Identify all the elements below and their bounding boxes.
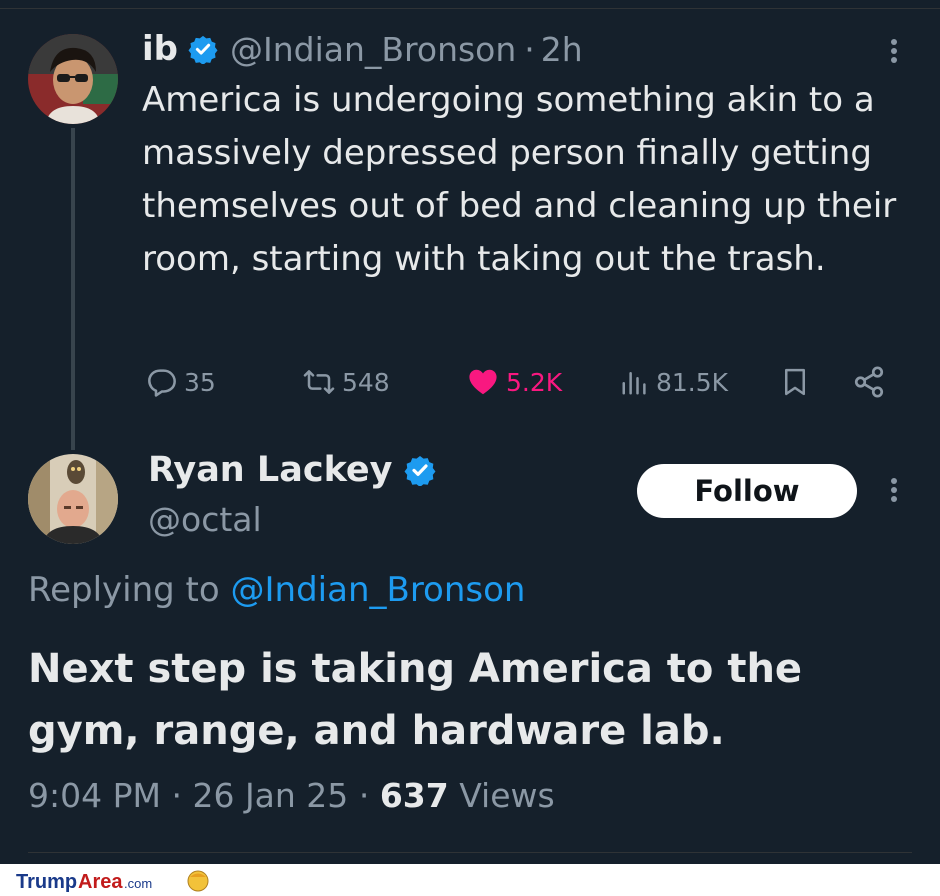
verified-badge-icon bbox=[188, 34, 218, 64]
reply-author: Ryan Lackey bbox=[148, 450, 436, 490]
svg-text:Area: Area bbox=[78, 871, 123, 893]
views-icon bbox=[622, 372, 646, 395]
reply-date[interactable]: 26 Jan 25 bbox=[192, 776, 348, 815]
verified-badge-icon bbox=[404, 454, 436, 486]
more-options-icon[interactable] bbox=[889, 475, 899, 505]
like-count: 5.2K bbox=[506, 367, 563, 397]
retweet-icon bbox=[303, 370, 335, 394]
separator-dot: · bbox=[358, 776, 370, 815]
reply-handle[interactable]: @octal bbox=[148, 500, 262, 539]
display-name[interactable]: ib bbox=[142, 29, 178, 69]
reply-button[interactable]: 35 bbox=[146, 360, 216, 404]
reply-meta: 9:04 PM · 26 Jan 25 · 637 Views bbox=[28, 776, 555, 815]
replying-to: Replying to @Indian_Bronson bbox=[28, 570, 525, 610]
share-icon bbox=[854, 366, 884, 398]
reply-time[interactable]: 9:04 PM bbox=[28, 776, 161, 815]
separator-dot: · bbox=[171, 776, 182, 815]
tweet-text: America is undergoing something akin to … bbox=[142, 80, 897, 279]
retweet-count: 548 bbox=[342, 367, 390, 397]
retweet-button[interactable]: 548 bbox=[302, 360, 390, 404]
bookmark-button[interactable] bbox=[780, 360, 810, 404]
view-count: 81.5K bbox=[656, 367, 729, 397]
tweet-actions: 35 548 5.2K 81.5K bbox=[0, 360, 940, 404]
separator-dot: · bbox=[524, 29, 535, 69]
trumparea-logo: Trump Area .com bbox=[16, 870, 209, 893]
reply-count: 35 bbox=[184, 367, 216, 397]
avatar-ryan-lackey[interactable] bbox=[28, 454, 118, 544]
like-button[interactable]: 5.2K bbox=[466, 360, 562, 404]
bookmark-icon bbox=[785, 368, 805, 396]
reply-display-name[interactable]: Ryan Lackey bbox=[148, 450, 392, 490]
replying-mention-link[interactable]: @Indian_Bronson bbox=[231, 570, 526, 610]
svg-text:Trump: Trump bbox=[16, 871, 77, 893]
replying-prefix: Replying to bbox=[28, 570, 220, 610]
more-options-icon[interactable] bbox=[889, 36, 899, 66]
watermark-bar: Trump Area .com bbox=[0, 864, 940, 896]
reply-views-count: 637 bbox=[379, 776, 449, 815]
reply-views-label: Views bbox=[459, 776, 555, 815]
bottom-divider bbox=[28, 852, 912, 853]
svg-text:.com: .com bbox=[124, 876, 152, 891]
avatar-ib[interactable] bbox=[28, 34, 118, 124]
views-button[interactable]: 81.5K bbox=[620, 360, 728, 404]
top-divider bbox=[0, 8, 940, 9]
heart-icon bbox=[469, 369, 497, 395]
tweet-header: ib @Indian_Bronson · 2h bbox=[142, 26, 583, 72]
follow-button[interactable]: Follow bbox=[637, 464, 857, 518]
handle[interactable]: @Indian_Bronson bbox=[230, 30, 516, 69]
reply-icon bbox=[148, 369, 176, 397]
share-button[interactable] bbox=[852, 360, 886, 404]
timestamp[interactable]: 2h bbox=[541, 30, 583, 69]
reply-text: Next step is taking America to the gym, … bbox=[28, 646, 803, 754]
